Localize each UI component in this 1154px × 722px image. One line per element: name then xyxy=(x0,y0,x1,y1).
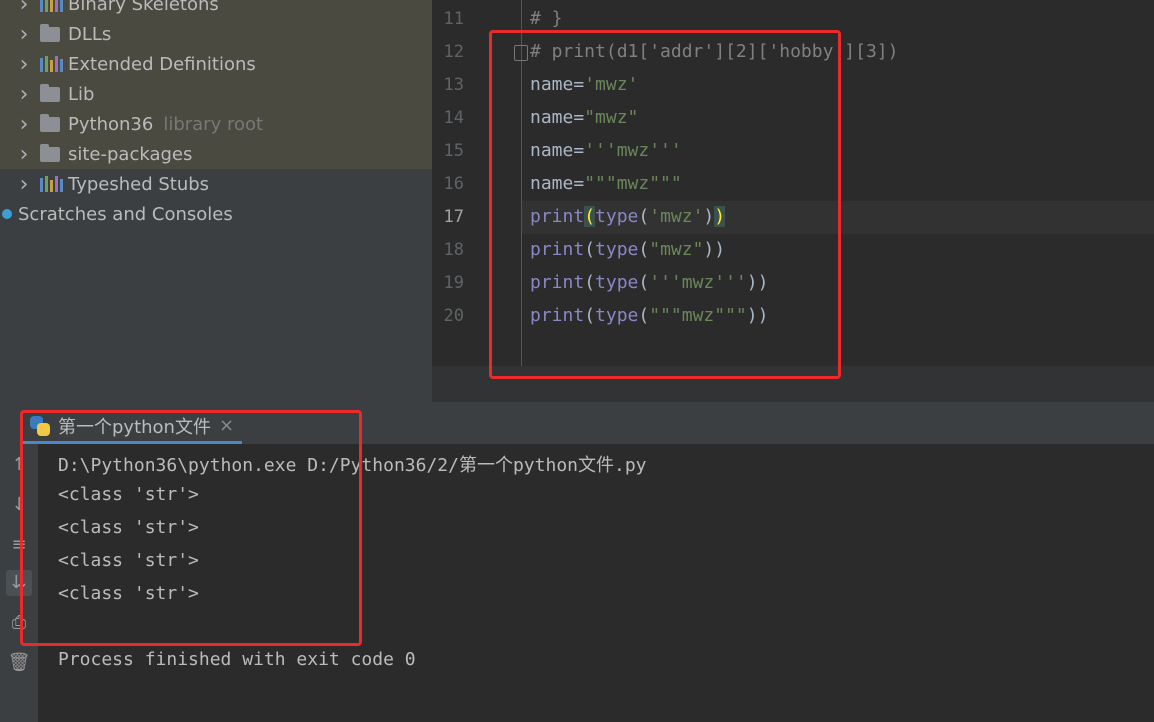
library-icon xyxy=(40,176,63,192)
library-icon xyxy=(40,0,63,12)
code-highlight-box xyxy=(489,30,841,379)
line-number: 19 xyxy=(443,273,464,293)
chevron-right-icon[interactable]: › xyxy=(16,142,32,167)
tree-item-label: DLLs xyxy=(68,23,112,45)
tree-item-scratches[interactable]: Scratches and Consoles xyxy=(0,199,432,229)
output-highlight-box xyxy=(20,410,362,646)
line-number: 12 xyxy=(443,42,464,62)
chevron-right-icon[interactable]: › xyxy=(16,82,32,107)
chevron-right-icon[interactable]: › xyxy=(16,0,32,17)
tree-item-label: Extended Definitions xyxy=(68,53,256,75)
folder-icon xyxy=(40,114,62,132)
tree-item-label: Typeshed Stubs xyxy=(68,173,210,195)
tree-item-label: Scratches and Consoles xyxy=(18,203,233,225)
chevron-right-icon[interactable]: › xyxy=(16,112,32,137)
tree-item[interactable]: › Lib xyxy=(0,79,432,109)
library-icon xyxy=(40,56,63,72)
chevron-right-icon[interactable]: › xyxy=(16,52,32,77)
tree-item[interactable]: › DLLs xyxy=(0,19,432,49)
tree-item[interactable]: › Python36 library root xyxy=(0,109,432,139)
tree-item-label: Binary Skeletons xyxy=(68,0,219,15)
tree-item[interactable]: › Extended Definitions xyxy=(0,49,432,79)
chevron-right-icon[interactable]: › xyxy=(16,172,32,197)
code-line[interactable]: # } xyxy=(530,8,563,29)
tree-item[interactable]: › site-packages xyxy=(0,139,432,169)
line-number: 13 xyxy=(443,75,464,95)
line-number: 15 xyxy=(443,141,464,161)
tree-item-label: site-packages xyxy=(68,143,193,165)
project-tree: › Binary Skeletons › DLLs › Extended Definiti… xyxy=(0,0,432,402)
trash-icon[interactable]: 🗑 xyxy=(6,650,32,676)
line-number: 16 xyxy=(443,174,464,194)
tree-item-label: Lib xyxy=(68,83,95,105)
line-number: 14 xyxy=(443,108,464,128)
tree-item[interactable]: › Binary Skeletons xyxy=(0,0,432,19)
chevron-right-icon[interactable]: › xyxy=(16,22,32,47)
tree-item-label: Python36 xyxy=(68,113,154,135)
library-root-hint: library root xyxy=(163,113,264,135)
line-number: 17 xyxy=(443,207,464,227)
folder-icon xyxy=(40,84,62,102)
line-number: 20 xyxy=(443,306,464,326)
line-number: 18 xyxy=(443,240,464,260)
folder-icon xyxy=(40,144,62,162)
console-output-line: Process finished with exit code 0 xyxy=(58,649,416,670)
folder-icon xyxy=(40,24,62,42)
tree-item[interactable]: › Typeshed Stubs xyxy=(0,169,432,199)
clock-icon xyxy=(2,209,12,219)
line-number: 11 xyxy=(443,9,464,29)
